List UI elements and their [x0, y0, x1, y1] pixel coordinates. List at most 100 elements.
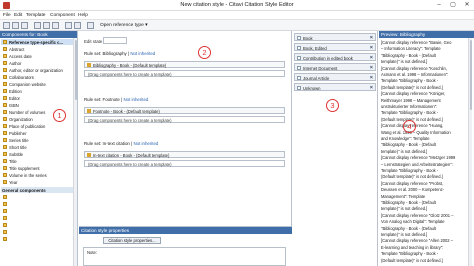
not-inherited-link[interactable]: Not inherited [133, 141, 158, 146]
note-field[interactable]: Note: [83, 247, 286, 266]
component-icon [3, 110, 7, 114]
open-icon[interactable] [12, 22, 19, 29]
menu-template[interactable]: Template [26, 13, 45, 18]
list-item[interactable]: Short title [9, 145, 27, 150]
unknown-type-icon [297, 85, 301, 90]
list-item[interactable]: Organization [9, 117, 33, 122]
cut-icon[interactable] [34, 22, 41, 29]
list-item[interactable]: Companion website [9, 82, 46, 87]
component-icon [3, 223, 7, 227]
component-icon [3, 47, 7, 51]
close-icon[interactable]: × [370, 55, 373, 61]
preview-line: Management": Template [381, 193, 426, 199]
component-icon [3, 54, 7, 58]
list-item[interactable]: ISBN [9, 103, 19, 108]
type-item-book-edited[interactable]: Book, Edited × [294, 43, 376, 51]
list-item[interactable]: Place of publication [9, 124, 45, 129]
general-components-group[interactable]: General components [2, 188, 46, 193]
reference-type-icon[interactable] [87, 22, 94, 29]
globe-icon [297, 65, 301, 70]
list-item[interactable]: Author [9, 61, 21, 66]
maximize-button[interactable]: ▢ [446, 1, 460, 10]
not-inherited-link[interactable]: Not inherited [130, 51, 155, 56]
callout-marker-2: 2 [198, 46, 211, 59]
rule-set-bibliography-heading: Rule set: Bibliography | Not inherited [84, 51, 156, 56]
menu-edit[interactable]: Edit [14, 13, 22, 18]
edit-state-dropdown[interactable] [103, 37, 127, 44]
document-icon [297, 55, 301, 60]
list-item[interactable]: Publisher [9, 131, 26, 136]
preview-line: E-learning and teaching in library": [381, 244, 444, 250]
callout-marker-3: 3 [326, 99, 339, 112]
preview-line: unstrukturierter Informationen": [381, 104, 438, 109]
component-icon [3, 173, 7, 177]
preview-line: – Lernstrategien und Arbeitsstrategien": [381, 161, 453, 167]
note-label: Note: [87, 250, 98, 255]
redo-icon[interactable] [74, 22, 81, 29]
components-scrollbar[interactable] [73, 38, 77, 266]
preview-line: template)" is not defined.] [381, 59, 428, 65]
not-inherited-link[interactable]: Not inherited [123, 97, 148, 102]
in-text-drop-zone[interactable]: (Drag components here to create a templa… [84, 160, 285, 167]
list-item[interactable]: Subtitle [9, 152, 23, 157]
type-item-book[interactable]: Book × [294, 33, 376, 41]
bibliography-drop-zone[interactable]: (Drag components here to create a templa… [84, 70, 285, 77]
close-window-button[interactable]: ✕ [460, 1, 474, 10]
component-icon [3, 61, 7, 65]
in-text-citation-template[interactable]: In-text citation - Book - (Default templ… [84, 151, 285, 158]
close-icon[interactable]: × [370, 85, 373, 91]
preview-line: Reithmayer 1998 – Management [381, 97, 441, 103]
list-item[interactable]: Abstract [9, 47, 24, 52]
preview-line: [Cannot display reference "Huang, [381, 123, 444, 129]
list-item[interactable]: Volume in the series [9, 173, 47, 178]
bibliography-template[interactable]: Bibliography - Book - (Default template) [84, 61, 285, 68]
preview-line: [Cannot display reference "Königer, [381, 91, 446, 97]
open-reference-type-button[interactable]: Open reference type ▾ [100, 23, 147, 28]
preview-line: Von Analog nach Digital": Template [381, 219, 445, 225]
preview-scrollbar[interactable] [468, 38, 472, 266]
footnote-template[interactable]: Footnote - Book - (Default template) [84, 107, 285, 114]
copy-icon[interactable] [43, 22, 50, 29]
scrollbar-thumb[interactable] [74, 40, 77, 100]
component-icon [3, 96, 7, 100]
list-item[interactable]: Edition [9, 89, 22, 94]
scrollbar-thumb[interactable] [469, 40, 472, 110]
list-item[interactable]: Collaborators [9, 75, 34, 80]
save-icon[interactable] [21, 22, 28, 29]
rule-set-footnote-heading: Rule set: Footnote | Not inherited [84, 97, 149, 102]
properties-header: Citation style properties [79, 227, 292, 234]
list-item[interactable]: Title [9, 159, 17, 164]
undo-icon[interactable] [65, 22, 72, 29]
list-item[interactable]: Number of volumes [9, 110, 45, 115]
window-title: New citation style - Citavi Citation Sty… [180, 2, 294, 8]
close-icon[interactable]: × [370, 35, 373, 41]
citation-style-properties-button[interactable]: Citation style properties... [103, 237, 161, 244]
list-item[interactable]: Author, editor or organization [9, 68, 63, 73]
preview-line: Axmann et al. 1998 – Informationen": [381, 72, 449, 77]
close-icon[interactable]: × [370, 65, 373, 71]
list-item[interactable]: Series title [9, 138, 29, 143]
menu-component[interactable]: Component [50, 13, 75, 18]
component-icon [3, 152, 7, 156]
close-icon[interactable]: × [370, 75, 373, 81]
footnote-drop-zone[interactable]: (Drag components here to create a templa… [84, 116, 285, 123]
paste-icon[interactable] [52, 22, 59, 29]
new-icon[interactable] [3, 22, 10, 29]
list-item[interactable]: Editor [9, 96, 20, 101]
list-item[interactable]: Title supplement [9, 166, 40, 171]
type-item-journal-article[interactable]: Journal Article × [294, 73, 376, 81]
menu-help[interactable]: Help [78, 13, 88, 18]
minimize-button[interactable]: – [432, 1, 446, 10]
preview-line: "Bibliography - Book - (Default [381, 52, 436, 58]
list-item[interactable]: Reference type-specific c... [9, 40, 63, 45]
type-item-unknown[interactable]: Unknown × [294, 83, 376, 91]
list-item[interactable]: Year [9, 180, 17, 185]
preview-line: Wang et al. 1999 – Quality Information [381, 129, 451, 135]
menu-file[interactable]: File [3, 13, 11, 18]
preview-line: (Default template)" is not defined.] [381, 257, 443, 263]
close-icon[interactable]: × [370, 45, 373, 51]
component-icon [3, 117, 7, 121]
list-item[interactable]: Access date [9, 54, 32, 59]
type-item-contribution[interactable]: Contribution in edited book × [294, 53, 376, 61]
type-item-internet-document[interactable]: Internet Document × [294, 63, 376, 71]
